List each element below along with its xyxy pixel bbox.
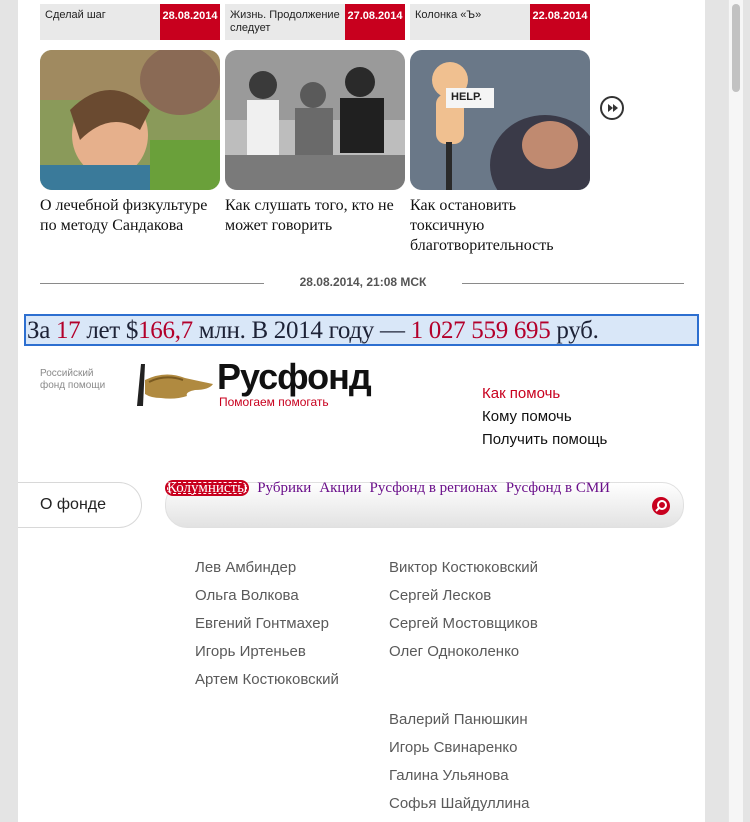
columnist-link[interactable]: Галина Ульянова [389, 762, 530, 790]
news-tab-2[interactable]: Жизнь. Продолжение следует 27.08.2014 [225, 4, 405, 40]
columnist-link[interactable]: Игорь Свинаренко [389, 734, 530, 762]
divider-right [462, 283, 684, 284]
link-how-to-help[interactable]: Как помочь [482, 382, 607, 405]
columnist-link[interactable]: Софья Шайдуллина [389, 790, 530, 818]
news-tab-title: Сделай шаг [45, 9, 106, 21]
columnists-left: Лев Амбиндер Ольга Волкова Евгений Гонтм… [195, 554, 339, 694]
card-photo-therapy [40, 50, 220, 190]
nav-media[interactable]: Русфонд в СМИ [506, 480, 610, 496]
banner-text: руб. [550, 317, 599, 344]
card-image-3[interactable]: HELP. [410, 50, 590, 190]
columnists-right-2: Валерий Панюшкин Игорь Свинаренко Галина… [389, 706, 530, 818]
columnist-link[interactable]: Артем Костюковский [195, 666, 339, 694]
nav-rubrics[interactable]: Рубрики [257, 480, 311, 496]
card-photo-family [225, 50, 405, 190]
card-image-1[interactable] [40, 50, 220, 190]
columnist-link[interactable]: Олег Одноколенко [389, 638, 538, 666]
news-tab-1[interactable]: Сделай шаг 28.08.2014 [40, 4, 220, 40]
search-icon[interactable] [652, 497, 670, 515]
columnist-link[interactable]: Валерий Панюшкин [389, 706, 530, 734]
handshake-logo-icon[interactable] [135, 360, 215, 415]
scrollbar[interactable] [728, 0, 743, 822]
fundraising-banner: За 17 лет $166,7 млн. В 2014 году — 1 02… [24, 314, 699, 346]
news-tab-date: 27.08.2014 [345, 4, 405, 40]
banner-text: лет $ [80, 317, 139, 344]
news-tab-date: 22.08.2014 [530, 4, 590, 40]
banner-amount: 166,7 [138, 317, 193, 344]
news-tab-title: Жизнь. Продолжение следует [230, 9, 340, 34]
columnist-link[interactable]: Игорь Иртеньев [195, 638, 339, 666]
link-get-help[interactable]: Получить помощь [482, 428, 607, 451]
logo-small-line: фонд помощи [40, 380, 106, 391]
news-tab-title: Колонка «Ъ» [415, 9, 482, 21]
brand-name[interactable]: Русфонд [217, 356, 372, 398]
news-tab-date: 28.08.2014 [160, 4, 220, 40]
card-title-2[interactable]: Как слушать того, кто не может говорить [225, 196, 407, 236]
logo-small-line: Российский [40, 368, 94, 379]
nav-menu: Колумнисты Рубрики Акции Русфонд в регионах… [165, 480, 618, 497]
card-photo-help-doll [410, 50, 590, 190]
nav-regions[interactable]: Русфонд в регионах [370, 480, 498, 496]
next-arrow-icon[interactable] [600, 96, 624, 120]
timestamp: 28.08.2014, 21:08 МСК [299, 275, 427, 289]
scrollbar-thumb[interactable] [732, 4, 740, 92]
columnist-link[interactable]: Лев Амбиндер [195, 554, 339, 582]
banner-years: 17 [55, 317, 81, 344]
columnist-link[interactable]: Сергей Лесков [389, 582, 538, 610]
divider-left [40, 283, 264, 284]
logo-small-text: Российский фонд помощи [40, 368, 105, 392]
card-title-3[interactable]: Как остановить токсичную благотворительн… [410, 196, 592, 256]
news-tab-3[interactable]: Колонка «Ъ» 22.08.2014 [410, 4, 590, 40]
brand-slogan: Помогаем помогать [219, 395, 329, 409]
columnist-link[interactable]: Ольга Волкова [195, 582, 339, 610]
columnist-link[interactable]: Евгений Гонтмахер [195, 610, 339, 638]
columnist-link[interactable]: Сергей Мостовщиков [389, 610, 538, 638]
nav-columnists[interactable]: Колумнисты [165, 480, 250, 496]
banner-text: За [27, 317, 56, 344]
nav-actions[interactable]: Акции [319, 480, 361, 496]
banner-text: 1 [298, 317, 311, 344]
banner-text: 4 году — [310, 317, 411, 344]
link-whom-to-help[interactable]: Кому помочь [482, 405, 607, 428]
banner-total: 1 027 559 695 [410, 317, 551, 344]
card-title-1[interactable]: О лечебной физкультуре по методу Сандако… [40, 196, 222, 236]
about-fund-button[interactable]: О фонде [18, 482, 142, 528]
card-image-2[interactable] [225, 50, 405, 190]
columnists-right-1: Виктор Костюковский Сергей Лесков Сергей… [389, 554, 538, 666]
help-sign-text: HELP. [451, 91, 482, 103]
columnist-link[interactable]: Виктор Костюковский [389, 554, 538, 582]
help-links: Как помочь Кому помочь Получить помощь [482, 382, 607, 451]
banner-text: млн. В 20 [192, 317, 299, 344]
